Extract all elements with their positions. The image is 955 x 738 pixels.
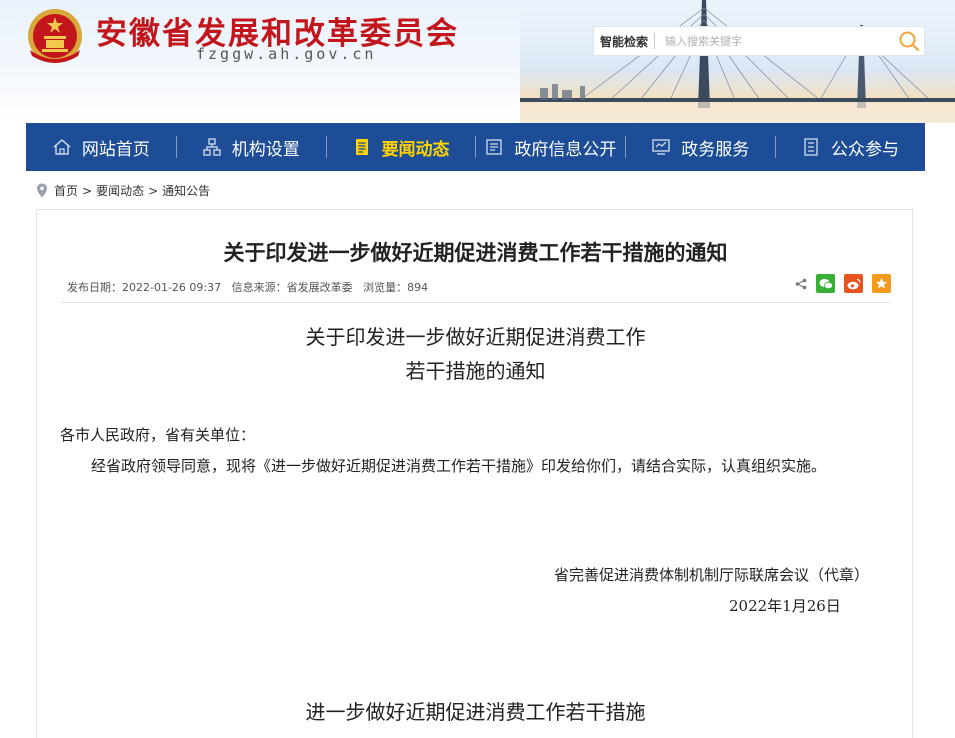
- salutation-text: 各市人民政府，省有关单位：: [60, 426, 256, 444]
- info-source-value: 省发展改革委: [286, 281, 353, 294]
- nav-item-label: 政务服务: [681, 139, 750, 160]
- share-bar: [795, 274, 891, 293]
- body-paragraph: 经省政府领导同意，现将《进一步做好近期促进消费工作若干措施》印发给你们，请结合实…: [91, 457, 827, 475]
- view-count-value: 894: [407, 281, 429, 294]
- meta-divider: [61, 302, 890, 303]
- wechat-icon: [819, 278, 833, 289]
- search-button[interactable]: [894, 27, 924, 55]
- article-title: 关于印发进一步做好近期促进消费工作若干措施的通知: [223, 241, 728, 265]
- info-board-icon: [486, 139, 503, 155]
- breadcrumb-news[interactable]: 要闻动态: [96, 182, 144, 199]
- nav-item-label: 公众参与: [831, 139, 900, 160]
- list-icon: [804, 138, 818, 156]
- info-source-label: 信息来源：: [231, 281, 287, 294]
- wechat-share-button[interactable]: [816, 274, 835, 293]
- bridge-banner-image: [520, 0, 955, 123]
- nav-item-organization[interactable]: 机构设置: [175, 123, 326, 171]
- breadcrumb-separator: >: [82, 183, 93, 198]
- nav-item-news[interactable]: 要闻动态: [325, 123, 476, 171]
- signature-text: 省完善促进消费体制机制厅际联席会议（代章）: [554, 566, 870, 584]
- favorite-button[interactable]: [872, 274, 891, 293]
- publish-date: 发布日期：2022-01-26 09:37: [67, 281, 225, 294]
- nav-item-home[interactable]: 网站首页: [26, 123, 176, 171]
- share-icon[interactable]: [795, 278, 807, 290]
- nav-item-gov-info[interactable]: 政府信息公开: [475, 123, 625, 171]
- home-icon: [53, 139, 71, 155]
- publish-date-label: 发布日期：: [67, 281, 122, 294]
- main-nav: 网站首页 机构设置 要闻动态 政府信息公开 政务服务 公众参与: [26, 123, 925, 171]
- info-source: 信息来源：省发展改革委: [232, 281, 357, 294]
- national-emblem-icon: [28, 9, 82, 63]
- document-icon: [355, 139, 368, 155]
- view-count-label: 浏览量：: [363, 281, 408, 294]
- search-icon: [899, 31, 920, 52]
- weibo-icon: [847, 278, 861, 289]
- publish-date-value: 2022-01-26 09:37: [122, 281, 222, 294]
- location-pin-icon: [37, 183, 47, 198]
- document-heading-line1: 关于印发进一步做好近期促进消费工作: [305, 325, 646, 349]
- document-heading-line2: 若干措施的通知: [405, 359, 546, 383]
- search-box: 智能检索: [593, 26, 925, 56]
- nav-item-public[interactable]: 公众参与: [775, 123, 925, 171]
- breadcrumb-home[interactable]: 首页: [54, 182, 78, 199]
- smart-search-label[interactable]: 智能检索: [594, 33, 654, 50]
- breadcrumb-separator: >: [148, 183, 159, 198]
- article-panel: 关于印发进一步做好近期促进消费工作若干措施的通知 发布日期：2022-01-26…: [36, 209, 913, 738]
- nav-item-label: 机构设置: [231, 139, 300, 160]
- site-domain: fzggw.ah.gov.cn: [196, 45, 377, 63]
- view-count: 浏览量：894: [363, 281, 428, 294]
- nav-item-label: 网站首页: [81, 139, 150, 160]
- site-header: 安徽省发展和改革委员会 fzggw.ah.gov.cn 智能检索 输入搜索关键字: [0, 0, 955, 123]
- favorite-icon: [876, 278, 887, 289]
- nav-item-label: 政府信息公开: [514, 139, 617, 160]
- nav-item-services[interactable]: 政务服务: [625, 123, 775, 171]
- nav-item-label: 要闻动态: [381, 139, 450, 160]
- attachment-heading: 进一步做好近期促进消费工作若干措施: [305, 700, 646, 724]
- monitor-icon: [652, 139, 670, 155]
- signature-date: 2022年1月26日: [729, 597, 841, 615]
- weibo-share-button[interactable]: [844, 274, 863, 293]
- org-chart-icon: [203, 138, 221, 156]
- breadcrumb-notices[interactable]: 通知公告: [162, 182, 210, 199]
- breadcrumb: 首页 > 要闻动态 > 通知公告: [36, 182, 210, 199]
- search-input[interactable]: [655, 34, 894, 48]
- article-meta: 发布日期：2022-01-26 09:37 信息来源：省发展改革委 浏览量：89…: [67, 279, 435, 295]
